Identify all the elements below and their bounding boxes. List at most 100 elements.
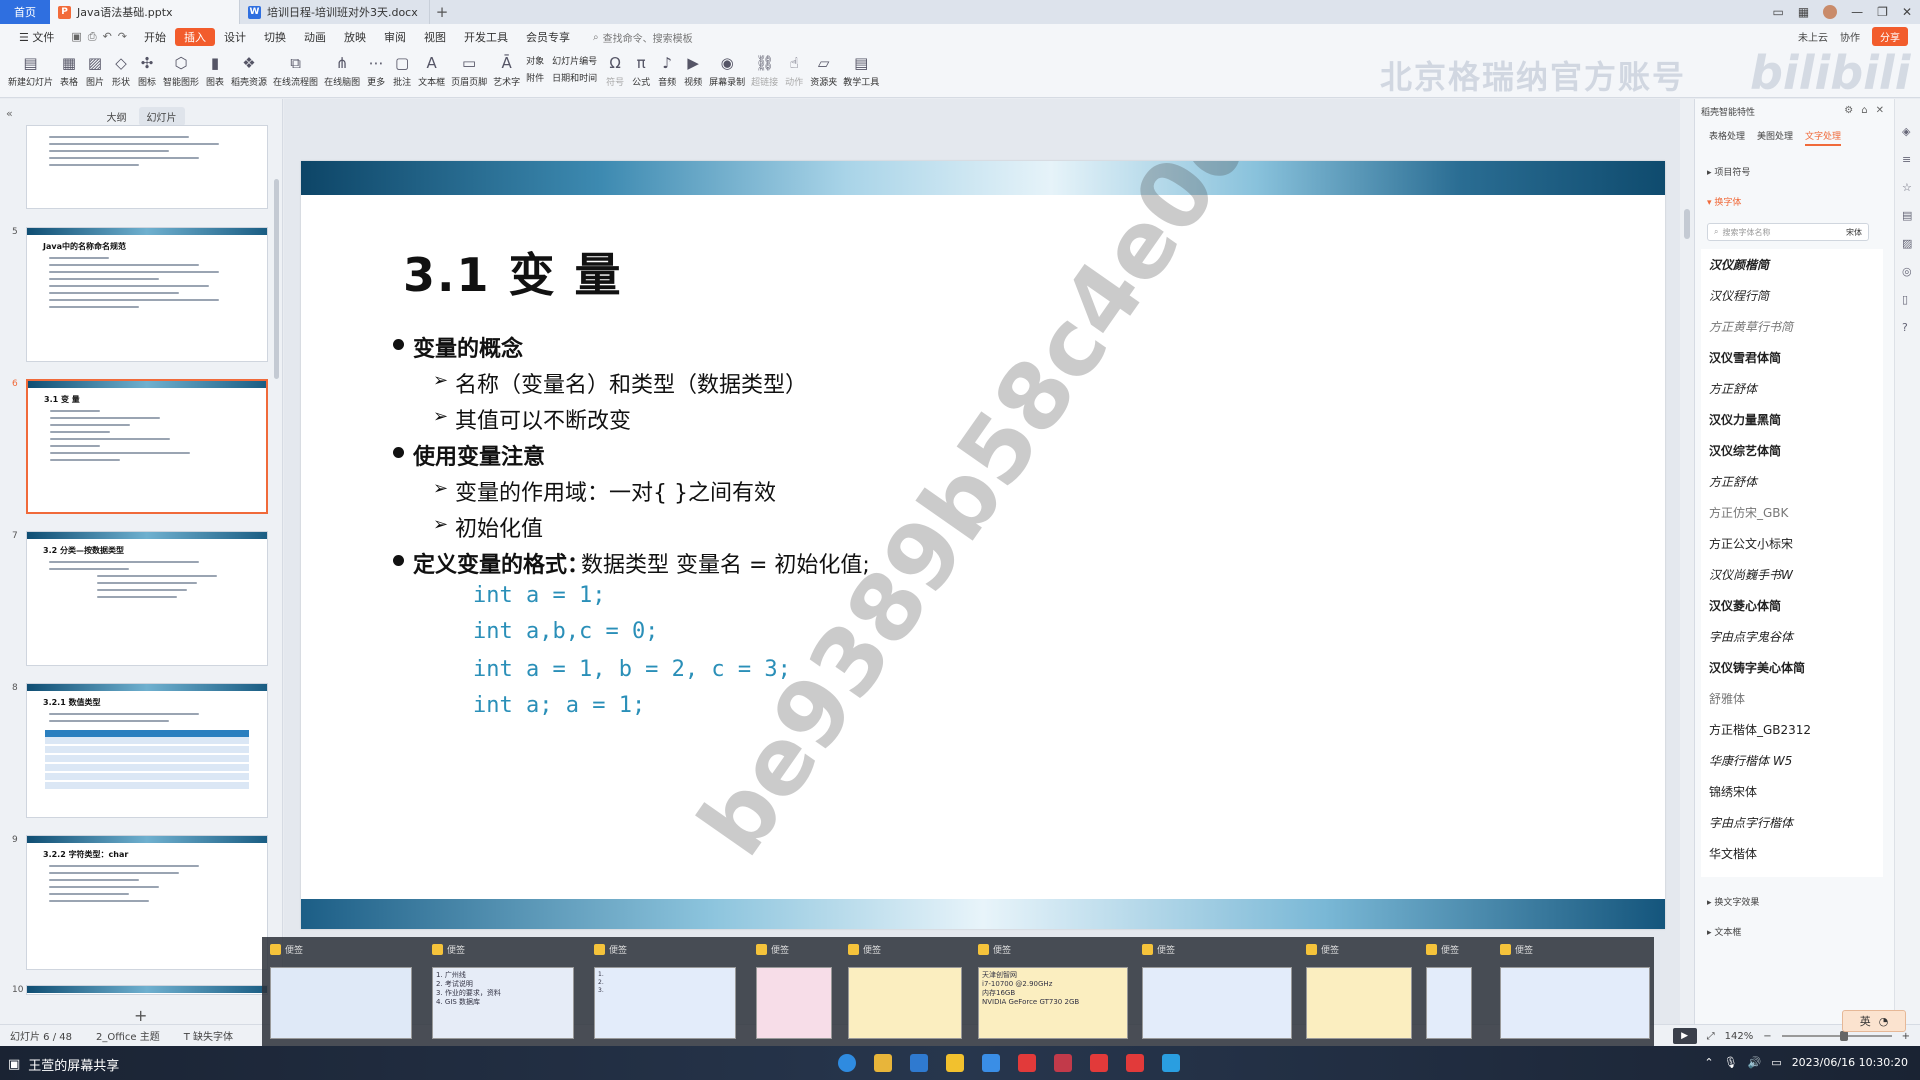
new-slide-button[interactable]: ▤ 新建幻灯片 — [8, 50, 53, 88]
help-icon[interactable]: ? — [1902, 321, 1908, 334]
apps-icon[interactable]: ▦ — [1798, 5, 1809, 19]
note-preview[interactable]: 便签 — [752, 937, 832, 1047]
hyperlink-button[interactable]: ⛓ 超链接 — [751, 50, 778, 88]
font-option[interactable]: 汉仪力量黑简 — [1709, 411, 1781, 428]
home-tab[interactable]: 首页 — [0, 0, 50, 24]
resource-folder-button[interactable]: ▱ 资源夹 — [810, 50, 837, 88]
slide-thumbnail[interactable]: 3.2.1 数值类型 — [26, 683, 268, 818]
font-option[interactable]: 汉仪颜楷简 — [1709, 256, 1769, 273]
location-icon[interactable]: ◎ — [1902, 265, 1912, 278]
pin-icon[interactable]: ⌂ — [1861, 105, 1867, 116]
font-option[interactable]: 华文楷体 — [1709, 845, 1757, 862]
network-icon[interactable]: ▭ — [1771, 1056, 1781, 1069]
tray-expand-icon[interactable]: ⌃ — [1704, 1056, 1713, 1069]
menu-member[interactable]: 会员专享 — [517, 28, 579, 46]
zoom-out-icon[interactable]: − — [1763, 1031, 1771, 1042]
menu-animation[interactable]: 动画 — [295, 28, 335, 46]
layout-icon[interactable]: ▭ — [1772, 5, 1783, 19]
collab-button[interactable]: 协作 — [1840, 29, 1860, 44]
save-icon[interactable]: ▣ — [71, 30, 81, 44]
font-option[interactable]: 舒雅体 — [1709, 690, 1745, 707]
date-time-button[interactable]: 日期和时间 — [552, 71, 597, 84]
shape-button[interactable]: ◇ 形状 — [111, 50, 131, 88]
zoom-knob[interactable] — [1839, 1031, 1848, 1041]
menu-developer[interactable]: 开发工具 — [455, 28, 517, 46]
slide-thumbnail-selected[interactable]: 3.1 变 量 — [26, 379, 268, 514]
maximize-icon[interactable]: ❐ — [1877, 5, 1888, 19]
font-option[interactable]: 汉仪铸字美心体简 — [1709, 659, 1805, 676]
menu-view[interactable]: 视图 — [415, 28, 455, 46]
smart-icon[interactable]: ◈ — [1902, 125, 1910, 138]
missing-font-status[interactable]: T 缺失字体 — [184, 1028, 233, 1043]
file-explorer-icon[interactable] — [874, 1054, 892, 1072]
screen-record-button[interactable]: ◉ 屏幕录制 — [709, 50, 745, 88]
share-button[interactable]: 分享 — [1872, 27, 1908, 46]
attachment-button[interactable]: 附件 — [526, 71, 544, 84]
microphone-icon[interactable]: 🎙 — [1724, 1056, 1738, 1069]
video-button[interactable]: ▶ 视频 — [683, 50, 703, 88]
menu-slideshow[interactable]: 放映 — [335, 28, 375, 46]
close-panel-icon[interactable]: ✕ — [1876, 105, 1884, 116]
scroll-thumb[interactable] — [1684, 209, 1690, 239]
note-preview[interactable]: 便签 — [1422, 937, 1482, 1047]
volume-icon[interactable]: 🔊 — [1748, 1056, 1762, 1069]
zoom-level[interactable]: 142% — [1725, 1031, 1754, 1042]
slide-number-button[interactable]: 幻灯片编号 — [552, 54, 597, 67]
note-preview[interactable]: 便签 — [1302, 937, 1412, 1047]
adjust-icon[interactable]: ≡ — [1902, 153, 1911, 166]
ime-indicator[interactable]: 英 ◔ — [1842, 1010, 1906, 1032]
redo-icon[interactable]: ↷ — [118, 30, 127, 44]
note-preview[interactable]: 便签 天津创智网 i7-10700 @2.90GHz 内存16GB NVIDIA… — [974, 937, 1128, 1047]
remote-app-icon[interactable] — [1162, 1054, 1180, 1072]
docer-resource-button[interactable]: ❖ 稻壳资源 — [231, 50, 267, 88]
picture-button[interactable]: ▨ 图片 — [85, 50, 105, 88]
close-icon[interactable]: ✕ — [1902, 5, 1912, 19]
command-search[interactable]: ⌕ 查找命令、搜索模板 — [593, 30, 693, 45]
section-text-effect[interactable]: ▸ 换文字效果 — [1707, 895, 1759, 908]
menu-review[interactable]: 审阅 — [375, 28, 415, 46]
zoom-in-icon[interactable]: + — [1902, 1031, 1910, 1042]
screen-share-indicator[interactable]: ▣ 王萱的屏幕共享 — [8, 1055, 119, 1074]
file-menu[interactable]: ☰ 文件 — [10, 28, 63, 46]
vscode-icon[interactable] — [910, 1054, 928, 1072]
avatar[interactable] — [1823, 5, 1838, 19]
smart-graphic-button[interactable]: ⬡ 智能图形 — [163, 50, 199, 88]
tab-table-processing[interactable]: 表格处理 — [1709, 129, 1745, 146]
new-tab-icon[interactable]: + — [430, 3, 454, 21]
sticky-notes-icon[interactable] — [946, 1054, 964, 1072]
image-icon[interactable]: ▨ — [1902, 237, 1912, 250]
add-slide-icon[interactable]: + — [134, 1006, 147, 1025]
note-preview[interactable]: 便签 — [1138, 937, 1292, 1047]
symbol-button[interactable]: Ω 符号 — [605, 50, 625, 88]
font-option[interactable]: 汉仪程行简 — [1709, 287, 1769, 304]
canvas-scrollbar[interactable] — [1680, 99, 1694, 1024]
menu-start[interactable]: 开始 — [135, 28, 175, 46]
slide-thumbnail[interactable] — [26, 125, 268, 209]
fit-icon[interactable]: ⤢ — [1707, 1031, 1715, 1042]
chart-button[interactable]: ▮ 图表 — [205, 50, 225, 88]
font-option[interactable]: 华康行楷体 W5 — [1709, 752, 1792, 769]
font-option[interactable]: 方正公文小标宋 — [1709, 535, 1793, 552]
font-option[interactable]: 汉仪菱心体简 — [1709, 597, 1781, 614]
font-option[interactable]: 方正楷体_GB2312 — [1709, 721, 1811, 738]
icon-button[interactable]: ✣ 图标 — [137, 50, 157, 88]
note-preview[interactable]: 便签 1. 2. 3. — [590, 937, 740, 1047]
minimize-icon[interactable]: — — [1851, 5, 1863, 19]
note-preview[interactable]: 便签 1. 广州线 2. 考试说明 3. 作业的要求，资料 4. GIS 数据库 — [428, 937, 578, 1047]
object-button[interactable]: 对象 — [526, 54, 544, 67]
slide-thumbnail[interactable]: 3.2.2 字符类型：char — [26, 835, 268, 970]
font-option[interactable]: 方正舒体 — [1709, 380, 1757, 397]
thumbnail-scrollbar[interactable] — [274, 179, 279, 379]
flowchart-button[interactable]: ⧉ 在线流程图 — [273, 50, 318, 88]
wps-icon[interactable] — [1018, 1054, 1036, 1072]
action-button[interactable]: ☝ 动作 — [784, 50, 804, 88]
audio-button[interactable]: ♪ 音频 — [657, 50, 677, 88]
font-search-input[interactable]: ⌕ 搜索字体名称 宋体 — [1707, 223, 1869, 241]
font-option[interactable]: 方正黄草行书简 — [1709, 318, 1793, 335]
section-change-font[interactable]: ▾ 换字体 — [1707, 195, 1741, 208]
layers-icon[interactable]: ▤ — [1902, 209, 1912, 222]
menu-transition[interactable]: 切换 — [255, 28, 295, 46]
tab-word-document[interactable]: W 培训日程-培训班对外3天.docx — [240, 0, 430, 24]
zoom-slider[interactable] — [1781, 1031, 1892, 1041]
font-option[interactable]: 汉仪综艺体简 — [1709, 442, 1781, 459]
